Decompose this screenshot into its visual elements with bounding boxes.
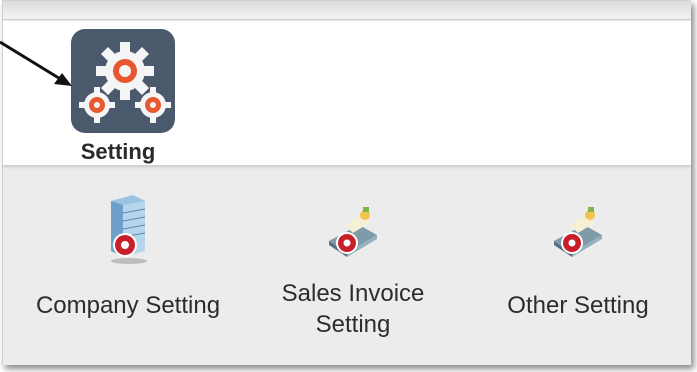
company-setting-label: Company Setting [35,292,221,319]
top-bar [3,1,691,20]
sales-invoice-setting-label-line1: Sales Invoice [281,280,425,307]
company-setting-item[interactable]: Company Setting [18,181,238,361]
other-setting-item[interactable]: Other Setting [468,181,688,361]
pointer-arrow-icon [0,40,72,86]
invoice-settings-icon [329,207,377,257]
building-settings-icon [111,195,147,264]
sales-invoice-setting-label-line2: Setting [315,311,391,338]
sales-invoice-setting-item[interactable]: Sales Invoice Setting [243,181,463,361]
settings-header-panel: Setting [3,21,691,165]
app-window: Setting Company Setting Sales Invoice Se… [2,0,691,365]
other-setting-label: Other Setting [507,292,649,319]
other-settings-icon [554,207,602,257]
setting-label: Setting [80,139,156,164]
